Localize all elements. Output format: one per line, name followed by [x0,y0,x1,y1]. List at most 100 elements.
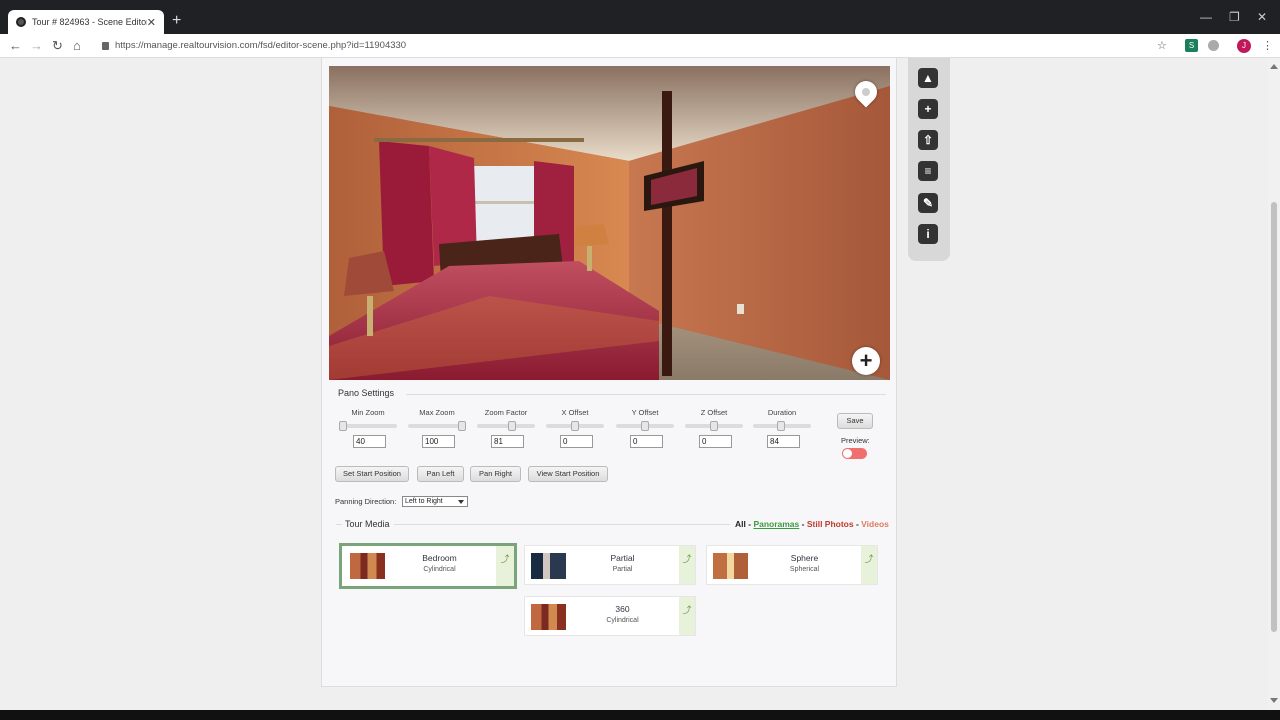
slider-value-input[interactable]: 84 [767,435,800,448]
slider-thumb[interactable] [777,421,785,431]
slider-thumb[interactable] [710,421,718,431]
view-start-position-button[interactable]: View Start Position [528,466,608,482]
add-hotspot-icon[interactable]: + [852,347,880,375]
filter-all[interactable]: All [735,519,746,529]
slider-label: Duration [767,408,797,417]
extension-icon[interactable]: S [1185,39,1198,52]
scrollbar-thumb[interactable] [1271,202,1277,632]
slider-thumb[interactable] [508,421,516,431]
scroll-up-icon[interactable] [1270,64,1278,69]
scene-toolbar: ▲ + ⇧ ≡ ✎ i [908,58,950,261]
new-tab-button[interactable]: + [172,12,181,30]
media-item-360[interactable]: 360 Cylindrical ⤴ [524,596,696,636]
bedroom-panorama-image [329,66,890,380]
media-name: Partial [610,553,635,563]
media-name: 360 [615,604,630,614]
taskbar-edge [0,710,1280,720]
media-filters: All - Panoramas - Still Photos - Videos [735,519,889,529]
slider-value-input[interactable]: 0 [560,435,593,448]
slider-value-input[interactable]: 40 [353,435,386,448]
info-icon[interactable]: i [918,224,938,244]
divider [394,524,730,525]
filter-panoramas[interactable]: Panoramas [753,519,799,529]
slider-value-input[interactable]: 0 [630,435,663,448]
filter-videos[interactable]: Videos [861,519,889,529]
media-type: Cylindrical [606,617,639,624]
edit-icon[interactable]: ✎ [918,193,938,213]
preview-toggle[interactable] [842,448,867,459]
slider-label: Y Offset [631,408,659,417]
divider [406,394,886,395]
slider-track[interactable] [477,424,535,428]
url-field[interactable]: https://manage.realtourvision.com/fsd/ed… [102,40,406,51]
scene-editor-card: + Pano Settings Min Zoom 40 Max Zoom 100 Zoo… [321,58,897,687]
slider-thumb[interactable] [641,421,649,431]
media-thumbnail [350,553,385,579]
media-thumbnail [531,553,566,579]
scroll-down-icon[interactable] [1270,698,1278,703]
media-item-bedroom[interactable]: Bedroom Cylindrical ⤴ [339,543,517,589]
site-favicon-icon [16,17,26,27]
bookmark-star-icon[interactable]: ☆ [1157,39,1167,52]
filter-still-photos[interactable]: Still Photos [807,519,854,529]
profile-avatar[interactable]: J [1237,39,1251,53]
media-item-sphere[interactable]: Sphere Spherical ⤴ [706,545,878,585]
edit-media-icon[interactable]: ⤴ [679,597,695,635]
browser-tabbar: Tour # 824963 - Scene Editor ✕ + — ❐ ✕ [0,0,1280,34]
lock-icon [102,41,109,50]
page-scrollbar[interactable] [1268,58,1280,710]
forward-button[interactable]: → [30,38,43,53]
set-start-position-button[interactable]: Set Start Position [335,466,409,482]
slider-thumb[interactable] [339,421,347,431]
media-name: Bedroom [422,553,457,563]
edit-media-icon[interactable]: ⤴ [496,546,514,586]
slider-thumb[interactable] [571,421,579,431]
slider-label: X Offset [561,408,589,417]
minimize-button[interactable]: — [1200,10,1212,24]
pan-right-button[interactable]: Pan Right [470,466,521,482]
slider-label: Z Offset [700,408,728,417]
pano-settings-title: Pano Settings [338,388,395,398]
panorama-viewer[interactable]: + [329,66,890,380]
upload-icon[interactable]: ⇧ [918,130,938,150]
preview-label: Preview: [841,436,870,445]
divider [336,524,342,525]
extension-gray-icon[interactable] [1208,40,1219,51]
slider-value-input[interactable]: 81 [491,435,524,448]
tab-title: Tour # 824963 - Scene Editor [32,17,147,27]
media-type: Cylindrical [423,566,456,573]
media-item-partial[interactable]: Partial Partial ⤴ [524,545,696,585]
bell-icon[interactable]: ▲ [918,68,938,88]
slider-label: Min Zoom [351,408,385,417]
page-content: + Pano Settings Min Zoom 40 Max Zoom 100 Zoo… [0,58,1268,710]
browser-menu-icon[interactable]: ⋮ [1262,39,1273,52]
reload-button[interactable]: ↻ [52,38,63,54]
window-close-button[interactable]: ✕ [1257,10,1267,24]
back-button[interactable]: ← [9,38,22,53]
restore-button[interactable]: ❐ [1229,10,1240,24]
browser-tab[interactable]: Tour # 824963 - Scene Editor ✕ [8,10,164,34]
media-type: Partial [612,566,633,573]
tab-close-icon[interactable]: ✕ [147,16,156,29]
media-thumbnail [531,604,566,630]
chevron-down-icon [458,500,464,504]
slider-label: Zoom Factor [484,408,528,417]
tour-media-title: Tour Media [345,519,390,529]
list-icon[interactable]: ≡ [918,161,938,181]
slider-value-input[interactable]: 100 [422,435,455,448]
media-type: Spherical [789,566,820,573]
panning-direction-label: Panning Direction: [335,497,397,506]
edit-media-icon[interactable]: ⤴ [861,546,877,584]
plus-icon[interactable]: + [918,99,938,119]
slider-thumb[interactable] [458,421,466,431]
slider-track[interactable] [339,424,397,428]
save-button[interactable]: Save [837,413,873,429]
home-button[interactable]: ⌂ [73,38,81,53]
pan-left-button[interactable]: Pan Left [417,466,464,482]
url-text: https://manage.realtourvision.com/fsd/ed… [115,40,407,51]
slider-value-input[interactable]: 0 [699,435,732,448]
media-thumbnail [713,553,748,579]
edit-media-icon[interactable]: ⤴ [679,546,695,584]
address-bar: ← → ↻ ⌂ https://manage.realtourvision.co… [0,34,1280,58]
panning-direction-select[interactable]: Left to Right [402,496,468,507]
